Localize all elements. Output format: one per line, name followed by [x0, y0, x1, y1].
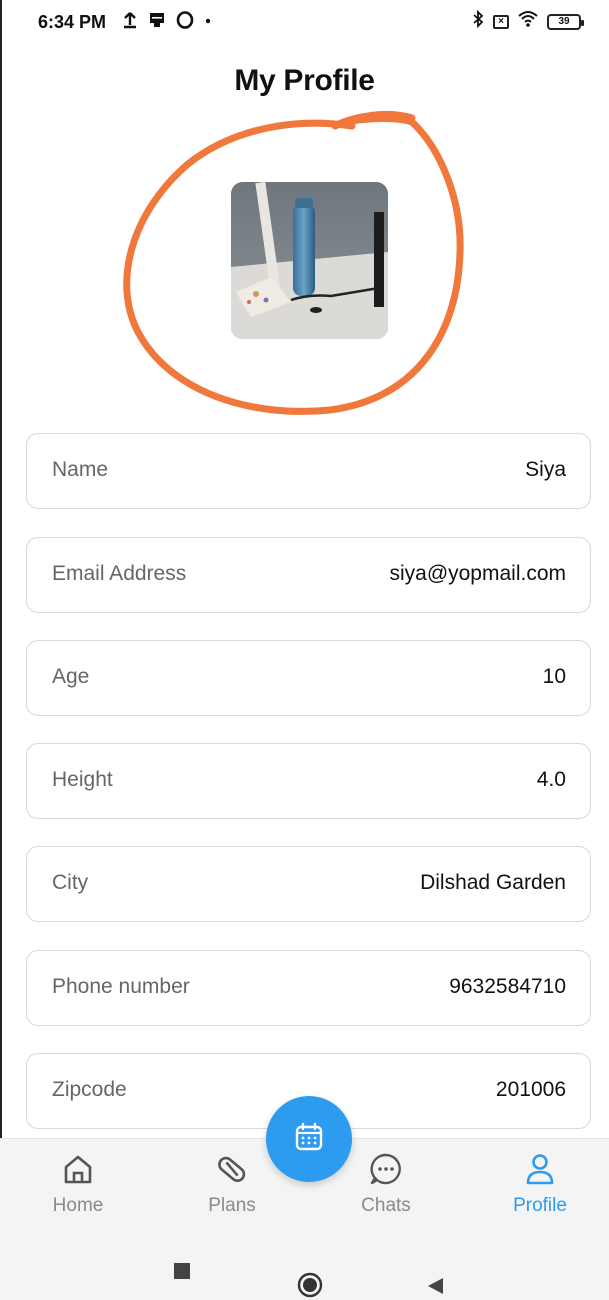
field-city[interactable]: City Dilshad Garden — [26, 846, 591, 922]
field-label: Email Address — [52, 562, 187, 585]
field-label: Age — [52, 665, 90, 688]
person-icon — [520, 1149, 560, 1189]
screen-edge — [0, 0, 2, 1300]
bluetooth-icon — [471, 9, 485, 33]
nav-label: Profile — [513, 1195, 567, 1216]
field-label: City — [52, 871, 89, 894]
calendar-icon — [292, 1120, 326, 1159]
nav-home[interactable]: Home — [18, 1149, 138, 1217]
field-value: Dilshad Garden — [420, 871, 566, 894]
field-age[interactable]: Age 10 — [26, 640, 591, 716]
field-email[interactable]: Email Address siya@yopmail.com — [26, 537, 591, 613]
wifi-icon — [517, 10, 539, 33]
field-label: Name — [52, 458, 109, 481]
page-title: My Profile — [234, 64, 375, 97]
pill-icon — [212, 1149, 252, 1189]
field-label: Zipcode — [52, 1078, 127, 1101]
recents-icon[interactable] — [173, 1262, 191, 1285]
status-bar: 6:34 PM × 39 — [0, 0, 609, 44]
message-icon — [148, 11, 166, 34]
nav-label: Chats — [361, 1195, 411, 1216]
field-height[interactable]: Height 4.0 — [26, 743, 591, 819]
nav-profile[interactable]: Profile — [480, 1149, 600, 1217]
chat-icon — [366, 1149, 406, 1189]
field-phone[interactable]: Phone number 9632584710 — [26, 950, 591, 1026]
status-time: 6:34 PM — [38, 12, 107, 32]
profile-avatar[interactable] — [231, 182, 388, 339]
sim-x-icon: × — [493, 14, 509, 29]
field-label: Height — [52, 768, 113, 791]
calendar-fab-button[interactable] — [266, 1096, 352, 1182]
field-name[interactable]: Name Siya — [26, 433, 591, 509]
field-value: 9632584710 — [449, 975, 566, 998]
home-circle-icon[interactable] — [297, 1272, 323, 1300]
nav-label: Home — [52, 1195, 104, 1216]
battery-icon: 39 — [547, 13, 584, 30]
nav-label: Plans — [208, 1195, 256, 1216]
field-value: 4.0 — [536, 768, 566, 791]
home-icon — [58, 1149, 98, 1189]
field-value: 201006 — [495, 1078, 566, 1101]
field-value: 10 — [542, 665, 566, 688]
field-value: Siya — [525, 458, 566, 481]
field-value: siya@yopmail.com — [389, 562, 566, 585]
upload-icon — [122, 11, 138, 34]
system-nav-bar — [0, 1240, 609, 1300]
dot-icon — [204, 11, 212, 34]
opera-icon — [176, 11, 194, 34]
back-icon[interactable] — [425, 1276, 445, 1300]
field-label: Phone number — [52, 975, 190, 998]
